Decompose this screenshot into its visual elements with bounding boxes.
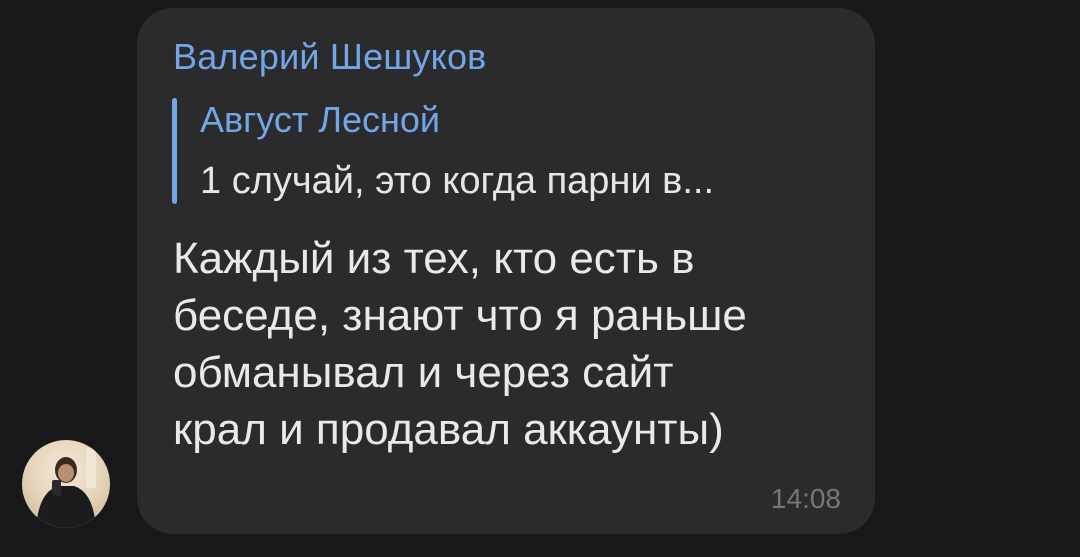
message-text: Каждый из тех, кто есть в беседе, знают … xyxy=(173,230,833,458)
message-line: беседе, знают что я раньше xyxy=(173,291,747,340)
sender-name[interactable]: Валерий Шешуков xyxy=(173,35,487,79)
message-line: крал и продавал аккаунты) xyxy=(173,405,724,454)
reply-quote-bar xyxy=(172,98,177,204)
message-line: обманывал и через сайт xyxy=(173,348,674,397)
message-line: Каждый из тех, кто есть в xyxy=(173,234,695,283)
sender-avatar[interactable] xyxy=(22,440,110,528)
reply-preview: 1 случай, это когда парни в... xyxy=(200,160,715,202)
avatar-photo-icon xyxy=(36,448,96,528)
reply-quote[interactable]: Август Лесной 1 случай, это когда парни … xyxy=(172,98,832,204)
chat-view: Валерий Шешуков Август Лесной 1 случай, … xyxy=(0,0,1080,557)
message-timestamp: 14:08 xyxy=(770,483,841,514)
message-bubble[interactable]: Валерий Шешуков Август Лесной 1 случай, … xyxy=(137,8,875,534)
reply-author: Август Лесной xyxy=(200,99,441,140)
